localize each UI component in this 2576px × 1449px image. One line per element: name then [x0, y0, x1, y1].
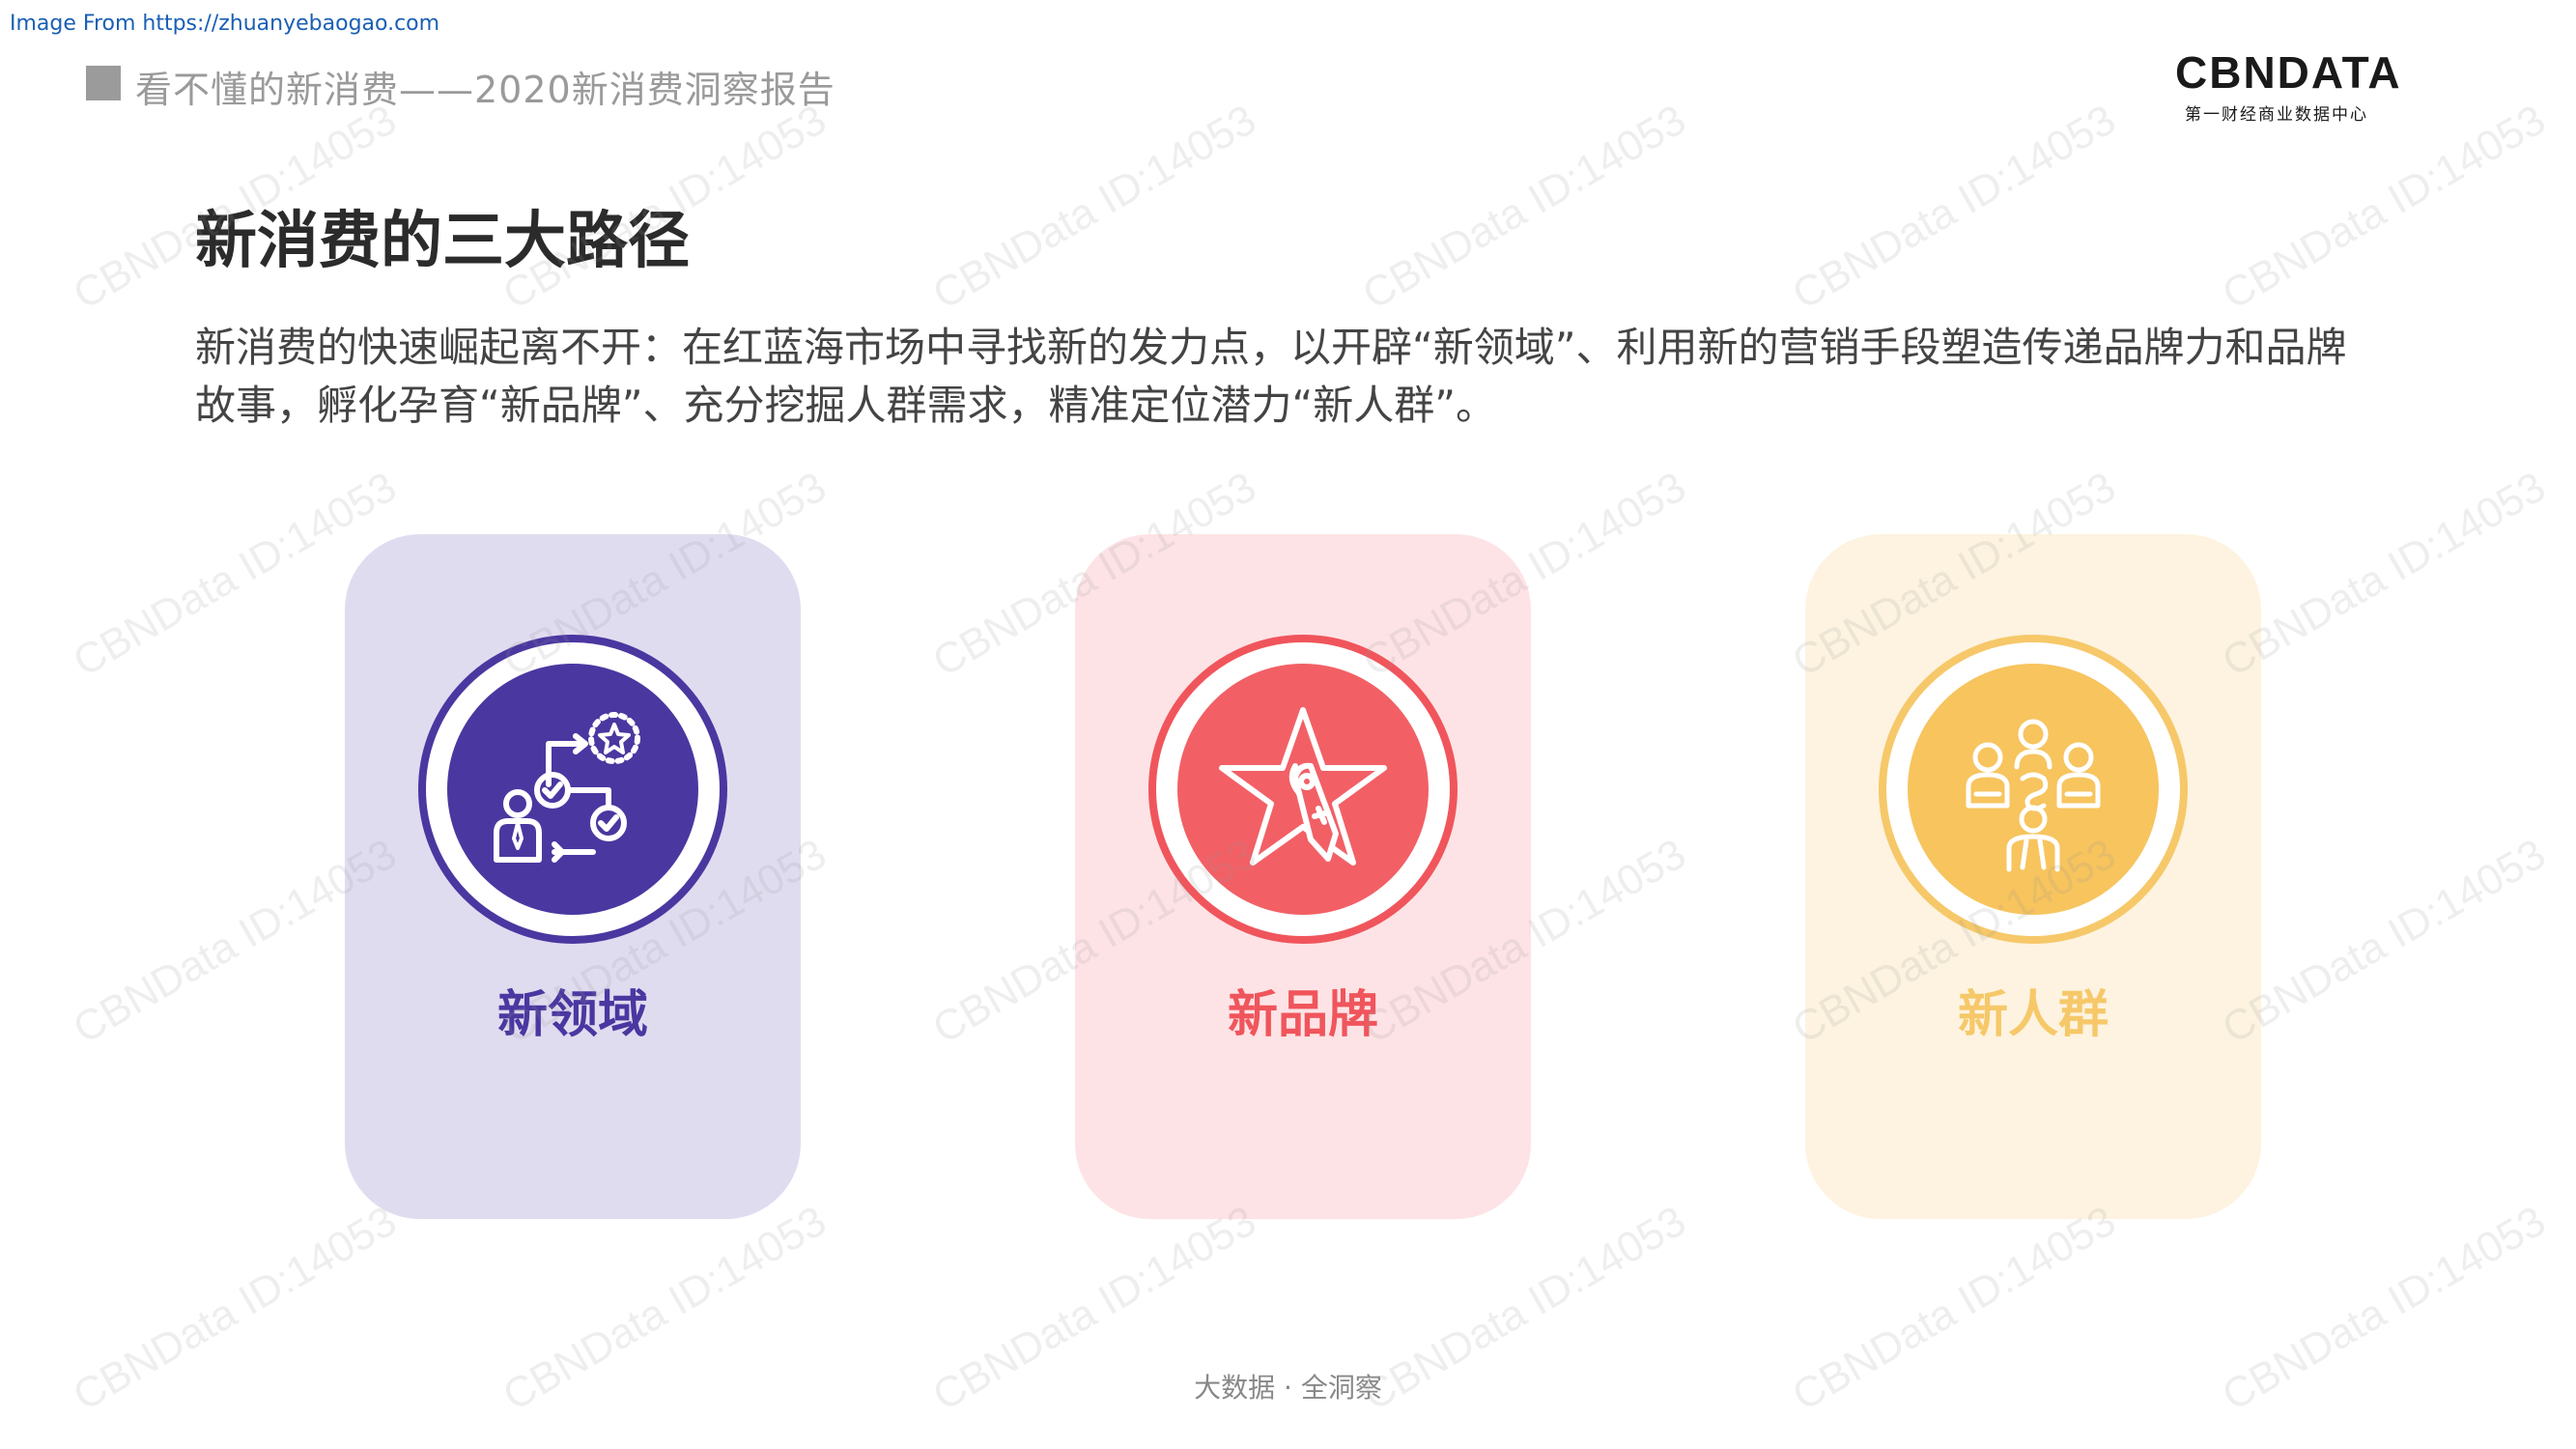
card-new-brand: 新品牌	[1075, 534, 1531, 1219]
card-new-field: 新领域	[345, 534, 801, 1219]
icon-disc	[1177, 664, 1429, 915]
watermark-text: CBNData ID:14053	[2214, 96, 2554, 319]
icon-ring	[1879, 635, 2188, 944]
logo-name: CBNDATA	[2175, 47, 2402, 98]
workflow-person-icon	[494, 712, 640, 863]
source-note[interactable]: Image From https://zhuanyebaogao.com	[10, 12, 439, 36]
logo-subtitle: 第一财经商业数据中心	[2185, 105, 2368, 125]
card-label: 新人群	[1957, 986, 2109, 1044]
cbndata-logo: CBNDATA 第一财经商业数据中心	[2175, 47, 2402, 125]
header-square-mark	[86, 66, 121, 100]
icon-disc	[447, 664, 698, 915]
watermark-text: CBNData ID:14053	[2214, 463, 2554, 686]
card-label: 新领域	[496, 986, 648, 1044]
star-tag-icon	[1219, 707, 1387, 866]
section-intro: 新消费的快速崛起离不开：在红蓝海市场中寻找新的发力点，以开辟“新领域”、利用新的…	[195, 324, 2347, 429]
report-title: 看不懂的新消费——2020新消费洞察报告	[135, 69, 835, 111]
card-new-crowd: 新人群	[1805, 534, 2261, 1219]
icon-ring	[1148, 635, 1458, 944]
watermark-text: CBNData ID:14053	[1784, 96, 2124, 319]
card-label: 新品牌	[1227, 986, 1378, 1044]
watermark-text: CBNData ID:14053	[924, 96, 1264, 319]
icon-ring	[418, 635, 727, 944]
watermark-text: CBNData ID:14053	[2214, 830, 2554, 1053]
icon-disc	[1908, 664, 2159, 915]
people-group-icon	[1966, 719, 2101, 872]
footer-slogan: 大数据 · 全洞察	[1194, 1372, 1382, 1404]
section-title: 新消费的三大路径	[195, 206, 690, 277]
watermark-text: CBNData ID:14053	[1354, 96, 1694, 319]
